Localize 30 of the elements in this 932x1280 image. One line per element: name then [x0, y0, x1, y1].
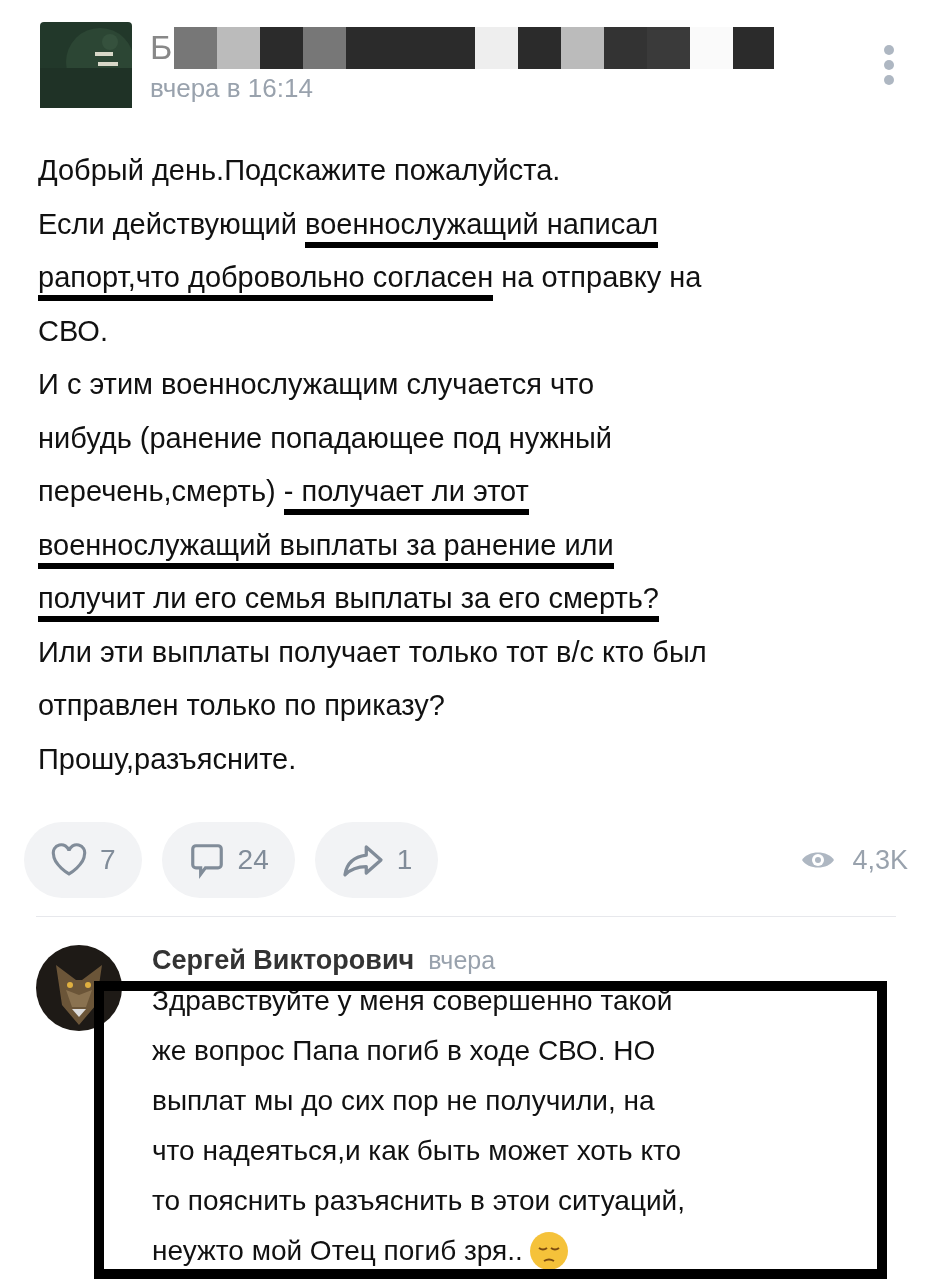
like-button[interactable]: 7 — [24, 822, 142, 898]
post-text-line: Добрый день.Подскажите пожалуйста. — [38, 153, 562, 188]
comment-time: вчера — [428, 946, 496, 975]
comment-text-line: же вопрос Папа погиб в ходе СВО. НО — [152, 1034, 657, 1068]
post-text-line: нибудь (ранение попадающее под нужный — [38, 420, 614, 456]
comment-text-line: Здравствуйте у меня совершенно такой — [152, 984, 674, 1018]
post-text-line: И с этим военнослужащим случается что — [38, 367, 596, 402]
post-text-line: отправлен только по приказу? — [38, 688, 446, 723]
comment-text-line: выплат мы до сих пор не получили, на — [152, 1084, 656, 1118]
post-text-line: Если действующий военнослужащий написал — [38, 197, 902, 251]
comment-text-line: что надеяться,и как быть может хоть кто — [152, 1134, 683, 1168]
post-text-line: военнослужащий выплаты за ранение или — [38, 518, 902, 572]
post-text-line: получит ли его семья выплаты за его смерть? — [38, 572, 902, 626]
post-text-line: перечень,смерть) - получает ли этот — [38, 465, 902, 519]
comment-text-line: неужто мой Отец погиб зря.. — [152, 1226, 686, 1276]
share-arrow-icon — [340, 842, 385, 878]
post-text-line: рапорт,что добровольно согласен на отправку на — [38, 251, 902, 305]
heart-icon — [50, 843, 88, 877]
comment-text-line: то пояснить разъяснить в этои ситуаций, — [152, 1184, 686, 1218]
comment-button[interactable]: 24 — [161, 822, 295, 898]
author-name[interactable]: Б — [150, 28, 173, 67]
more-options-icon[interactable] — [882, 44, 896, 86]
post-text-line: Прошу,разъясните. — [38, 741, 298, 777]
commenter-name[interactable]: Сергей Викторович — [152, 945, 415, 976]
post-text-line: Или эти выплаты получает только тот в/с кто был — [38, 634, 708, 670]
share-button[interactable]: 1 — [314, 822, 439, 898]
post-text-line: СВО. — [38, 313, 109, 349]
post-time: вчера в 16:14 — [150, 72, 314, 104]
view-count: 4,3K — [852, 844, 908, 876]
sad-face-icon — [528, 1231, 569, 1271]
